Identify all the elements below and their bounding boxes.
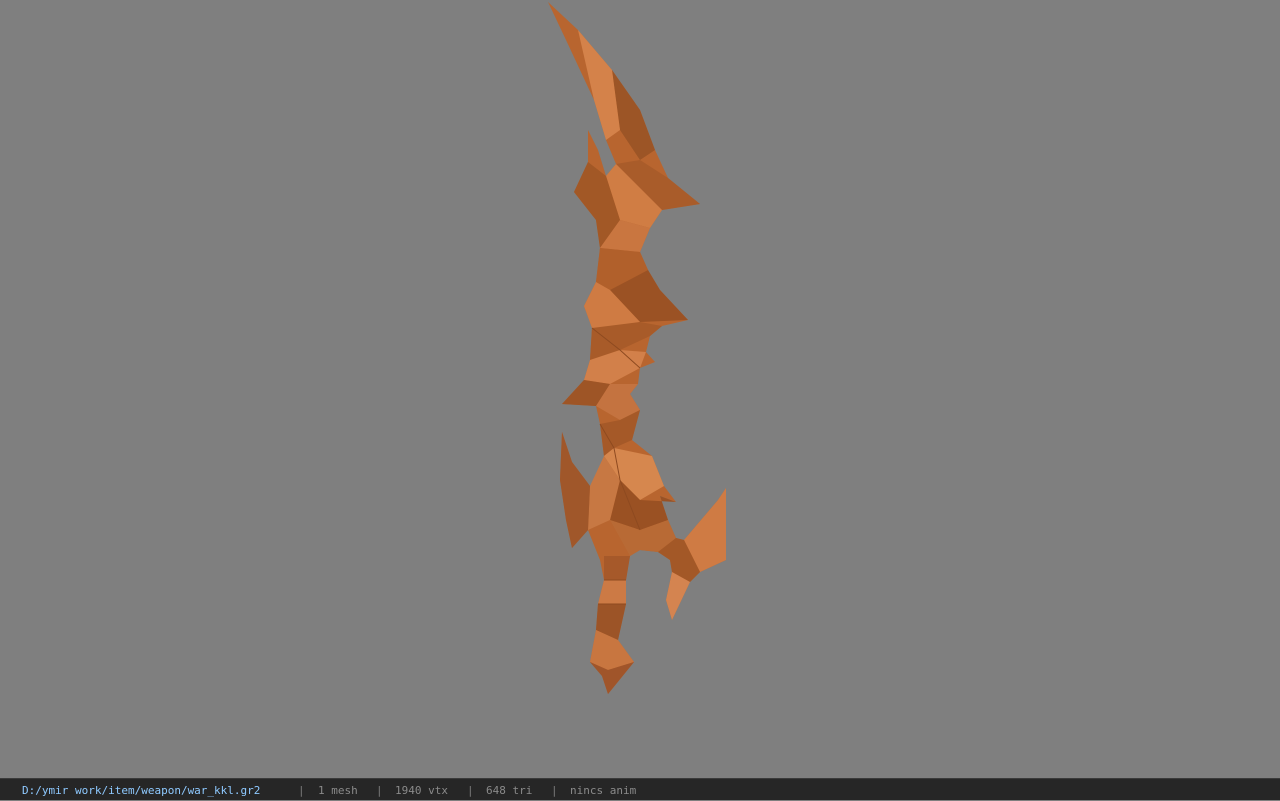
status-bar: D:/ymir work/item/weapon/war_kkl.gr2 | 1… [0, 778, 1280, 800]
mesh-count-label: 1 mesh [318, 784, 358, 797]
vertex-count-label: 1940 vtx [395, 784, 448, 797]
weapon-model-render [548, 2, 726, 694]
status-separator: | [551, 784, 558, 797]
status-separator: | [467, 784, 474, 797]
status-separator: | [376, 784, 383, 797]
weapon-mesh [548, 2, 726, 694]
3d-viewport[interactable] [0, 0, 1280, 778]
file-path-label: D:/ymir work/item/weapon/war_kkl.gr2 [22, 784, 261, 797]
status-separator: | [298, 784, 305, 797]
animation-status-label: nincs anim [570, 784, 637, 797]
triangle-count-label: 648 tri [486, 784, 533, 797]
